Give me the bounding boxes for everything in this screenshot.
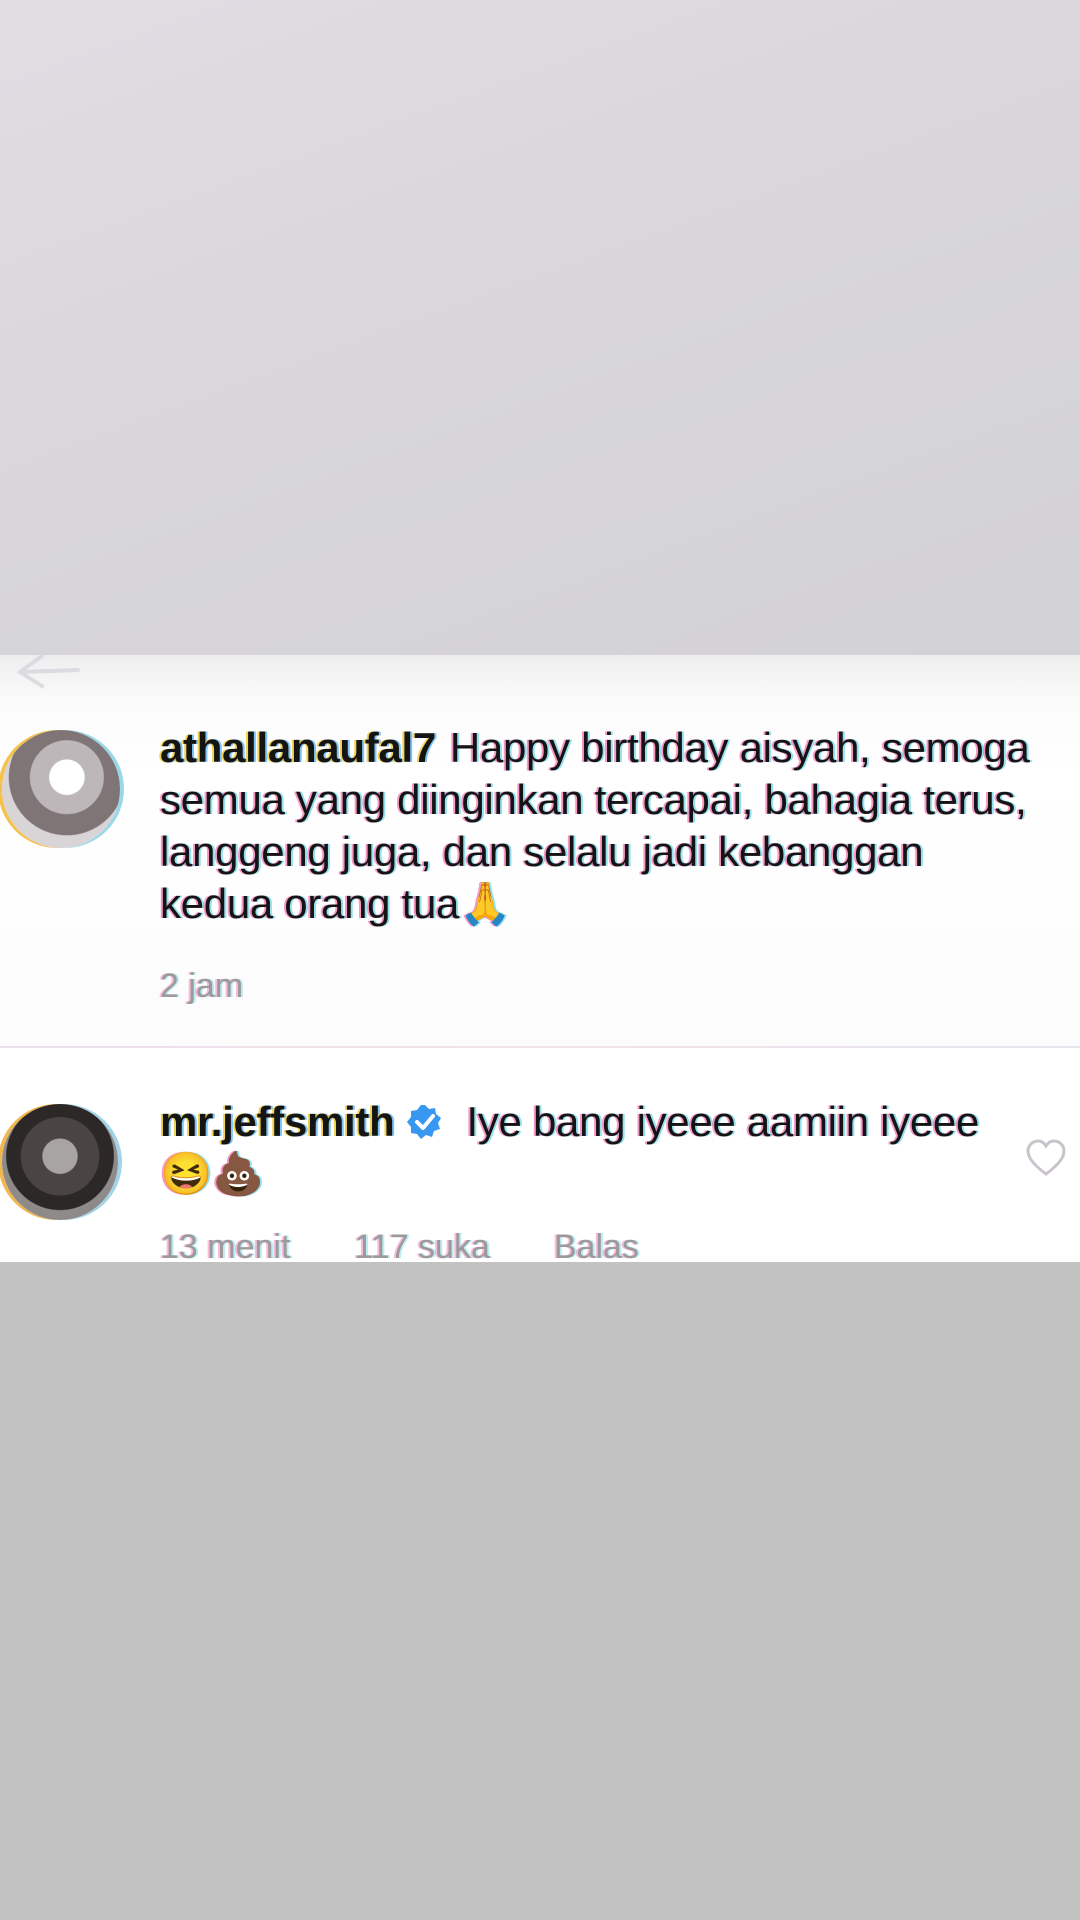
blurred-background-bottom	[0, 1262, 1080, 1920]
comment-username[interactable]: mr.jeffsmith	[160, 1098, 395, 1145]
comment-meta: 13 menit 117 suka Balas	[160, 1228, 1060, 1267]
comment: athallanaufal7 Happy birthday aisyah, sem…	[160, 722, 1040, 930]
comment-username[interactable]: athallanaufal7	[160, 724, 436, 771]
reply-button[interactable]: Balas	[554, 1228, 639, 1267]
avatar[interactable]	[2, 730, 120, 848]
back-arrow-icon[interactable]	[12, 650, 82, 690]
avatar[interactable]	[2, 1104, 118, 1220]
like-count[interactable]: 117 suka	[354, 1228, 489, 1267]
comment: mr.jeffsmith Iye bang iyeee aamiin iyeee …	[160, 1096, 1020, 1200]
comment-timestamp: 2 jam	[160, 967, 244, 1005]
comment-timestamp: 13 menit	[160, 1228, 291, 1266]
blurred-background-top	[0, 0, 1080, 655]
heart-icon[interactable]	[1024, 1138, 1068, 1178]
verified-badge-icon	[406, 1101, 444, 1139]
